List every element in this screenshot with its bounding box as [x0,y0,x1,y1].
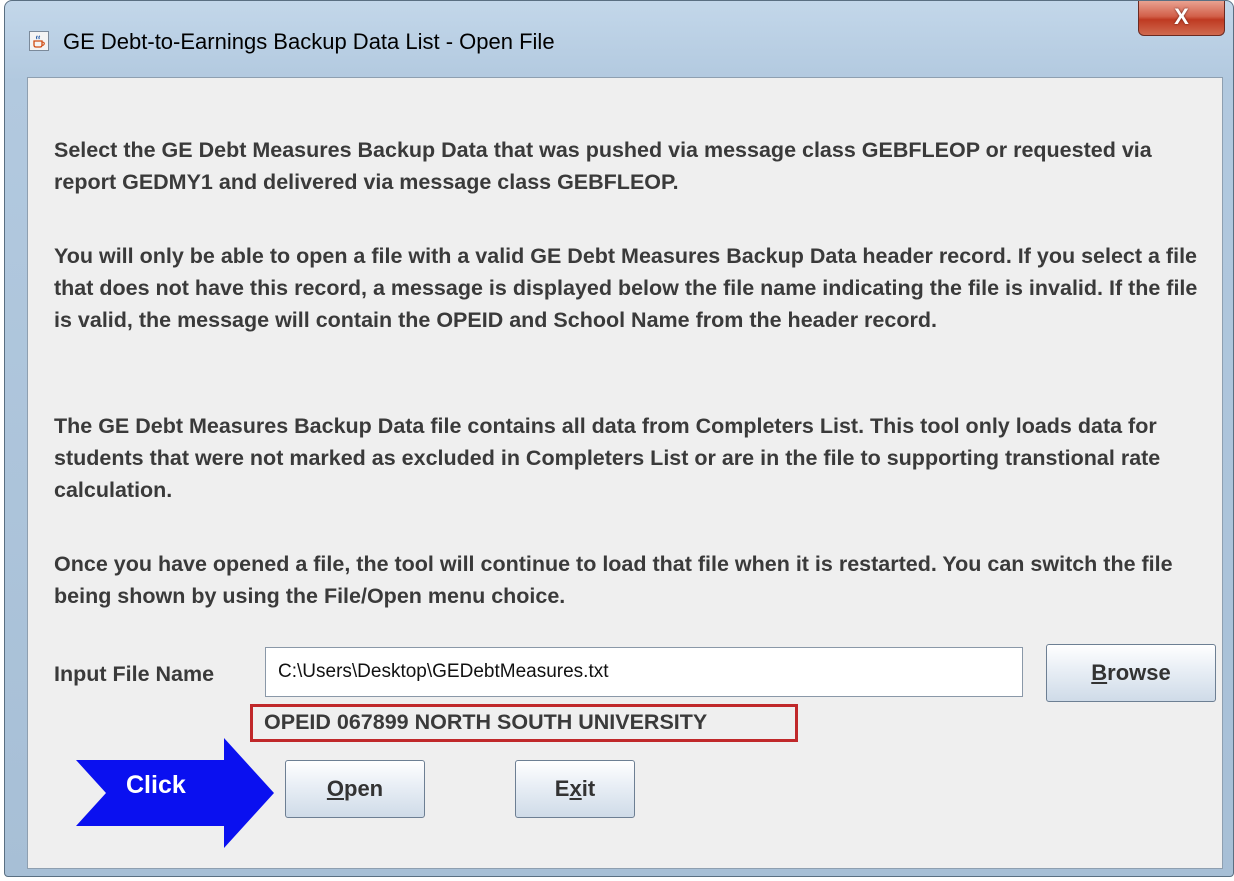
open-label-rest: pen [344,776,384,801]
exit-button[interactable]: Exit [515,760,635,818]
file-status-message: OPEID 067899 NORTH SOUTH UNIVERSITY [264,710,708,734]
java-cup-icon [29,31,49,51]
instruction-paragraph-4: Once you have opened a file, the tool wi… [54,552,1173,608]
title-bar: GE Debt-to-Earnings Backup Data List - O… [5,1,1233,77]
dialog-window: GE Debt-to-Earnings Backup Data List - O… [4,0,1234,877]
exit-label-pre: E [554,776,570,801]
browse-label-rest: rowse [1107,660,1171,685]
close-icon[interactable]: X [1138,1,1225,36]
file-name-input[interactable] [265,647,1023,697]
dialog-content: Select the GE Debt Measures Backup Data … [27,77,1223,869]
browse-button[interactable]: Browse [1046,644,1216,702]
window-title: GE Debt-to-Earnings Backup Data List - O… [63,29,555,54]
exit-mnemonic: x [569,776,582,801]
click-annotation-label: Click [126,771,186,799]
input-file-name-label: Input File Name [54,662,215,686]
open-button[interactable]: Open [285,760,425,818]
exit-label-post: it [581,776,596,801]
instruction-paragraph-1: Select the GE Debt Measures Backup Data … [54,138,1152,194]
open-mnemonic: O [326,776,344,801]
instruction-paragraph-2: You will only be able to open a file wit… [54,244,1198,332]
instruction-paragraph-3: The GE Debt Measures Backup Data file co… [54,414,1161,502]
browse-mnemonic: B [1091,660,1108,685]
